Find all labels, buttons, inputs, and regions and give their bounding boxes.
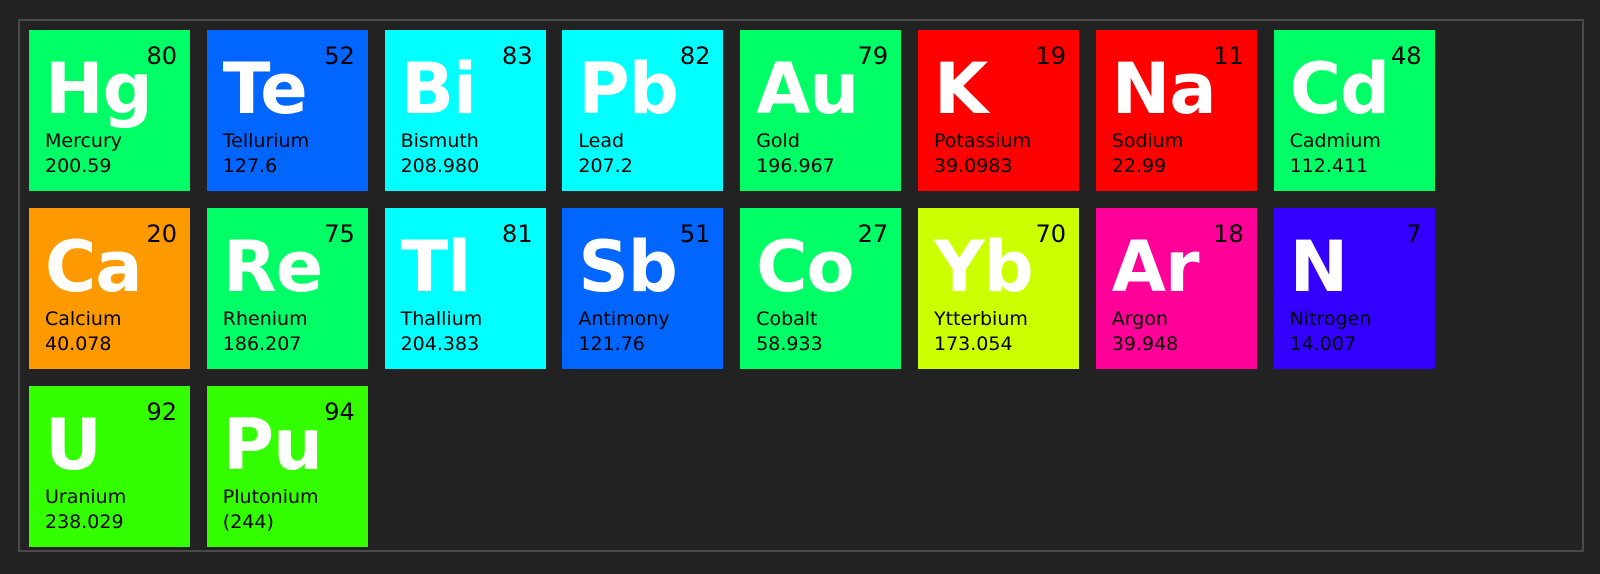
element-name: Potassium xyxy=(933,130,1032,152)
element-name: Lead xyxy=(578,130,625,152)
atomic-number: 7 xyxy=(1406,219,1422,248)
atomic-number: 51 xyxy=(679,219,711,248)
element-tile-cobalt[interactable]: 27 Co Cobalt 58.933 xyxy=(740,207,902,369)
element-tile-thallium[interactable]: 81 Tl Thallium 204.383 xyxy=(384,207,546,369)
element-name: Antimony xyxy=(578,307,670,330)
atomic-number: 83 xyxy=(502,42,533,70)
element-symbol: Na xyxy=(1111,48,1217,130)
element-name: Rhenium xyxy=(222,307,308,330)
atomic-mass: 196.967 xyxy=(756,155,835,177)
element-symbol: Re xyxy=(222,225,323,308)
element-name: Plutonium xyxy=(222,485,319,508)
element-symbol: U xyxy=(45,403,102,486)
atomic-mass: 22.99 xyxy=(1111,155,1167,177)
element-tile-gold[interactable]: 79 Au Gold 196.967 xyxy=(740,30,902,191)
atomic-mass: 121.76 xyxy=(578,332,645,355)
element-symbol: Bi xyxy=(400,48,477,130)
atomic-mass: 207.2 xyxy=(578,155,633,177)
element-name: Thallium xyxy=(400,307,483,330)
element-tile-uranium[interactable]: 92 U Uranium 238.029 xyxy=(29,385,190,547)
element-name: Tellurium xyxy=(222,130,310,152)
atomic-mass: 186.207 xyxy=(222,332,302,355)
atomic-mass: 39.0983 xyxy=(933,155,1013,177)
element-name: Cadmium xyxy=(1289,130,1381,152)
atomic-mass: (244) xyxy=(222,510,274,533)
element-name: Calcium xyxy=(45,307,122,330)
atomic-number: 11 xyxy=(1213,42,1244,70)
element-symbol: Pb xyxy=(578,48,678,130)
atomic-number: 81 xyxy=(502,219,533,248)
element-tile-sodium[interactable]: 11 Na Sodium 22.99 xyxy=(1095,30,1257,191)
element-tile-rhenium[interactable]: 75 Re Rhenium 186.207 xyxy=(206,207,368,369)
element-symbol: Cd xyxy=(1289,48,1390,130)
element-symbol: Au xyxy=(756,48,859,130)
atomic-mass: 208.980 xyxy=(400,155,480,177)
element-tile-calcium[interactable]: 20 Ca Calcium 40.078 xyxy=(29,207,190,369)
element-name: Nitrogen xyxy=(1289,307,1372,330)
atomic-number: 70 xyxy=(1035,219,1066,248)
element-grid: 80 Hg Mercury 200.59 52 Te Tellurium 127.6 83 Bi B… xyxy=(29,30,1435,547)
atomic-number: 75 xyxy=(324,219,355,248)
element-tile-bismuth[interactable]: 83 Bi Bismuth 208.980 xyxy=(384,30,546,191)
element-symbol: N xyxy=(1289,225,1349,308)
element-tile-nitrogen[interactable]: 7 N Nitrogen 14.007 xyxy=(1273,207,1435,369)
element-name: Sodium xyxy=(1111,130,1184,152)
atomic-mass: 200.59 xyxy=(45,155,112,177)
atomic-mass: 238.029 xyxy=(45,510,124,533)
element-symbol: Pu xyxy=(222,403,323,486)
atomic-mass: 173.054 xyxy=(933,332,1013,355)
atomic-mass: 204.383 xyxy=(400,332,480,355)
atomic-number: 19 xyxy=(1035,42,1066,70)
atomic-number: 18 xyxy=(1213,219,1244,248)
element-symbol: Co xyxy=(756,225,854,308)
element-tile-cadmium[interactable]: 48 Cd Cadmium 112.411 xyxy=(1273,30,1435,191)
atomic-number: 82 xyxy=(679,42,711,70)
element-symbol: Hg xyxy=(45,48,153,130)
element-symbol: K xyxy=(933,48,988,130)
atomic-number: 79 xyxy=(857,42,889,70)
element-symbol: Ar xyxy=(1111,225,1200,308)
element-symbol: Tl xyxy=(400,225,472,308)
atomic-number: 27 xyxy=(857,219,889,248)
atomic-number: 48 xyxy=(1391,42,1422,70)
atomic-number: 52 xyxy=(324,42,355,70)
atomic-number: 94 xyxy=(324,397,355,426)
element-name: Cobalt xyxy=(756,307,818,330)
element-name: Mercury xyxy=(45,130,123,152)
atomic-number: 92 xyxy=(146,397,177,426)
element-symbol: Sb xyxy=(578,225,678,308)
element-symbol: Te xyxy=(222,48,308,130)
element-name: Ytterbium xyxy=(933,307,1028,330)
atomic-mass: 14.007 xyxy=(1289,332,1357,355)
element-tile-potassium[interactable]: 19 K Potassium 39.0983 xyxy=(917,30,1079,191)
element-name: Gold xyxy=(756,130,800,152)
element-tile-lead[interactable]: 82 Pb Lead 207.2 xyxy=(562,30,724,191)
element-tile-plutonium[interactable]: 94 Pu Plutonium (244) xyxy=(206,385,368,547)
element-symbol: Yb xyxy=(933,225,1034,308)
atomic-mass: 127.6 xyxy=(222,155,278,177)
element-tile-argon[interactable]: 18 Ar Argon 39.948 xyxy=(1095,207,1257,369)
atomic-mass: 112.411 xyxy=(1289,155,1369,177)
atomic-mass: 58.933 xyxy=(756,332,823,355)
element-tile-mercury[interactable]: 80 Hg Mercury 200.59 xyxy=(29,30,190,191)
element-name: Bismuth xyxy=(400,130,479,152)
atomic-mass: 39.948 xyxy=(1111,332,1179,355)
atomic-mass: 40.078 xyxy=(45,332,112,355)
element-tile-ytterbium[interactable]: 70 Yb Ytterbium 173.054 xyxy=(917,207,1079,369)
element-name: Argon xyxy=(1111,307,1168,330)
atomic-number: 20 xyxy=(146,219,177,248)
element-tile-antimony[interactable]: 51 Sb Antimony 121.76 xyxy=(562,207,724,369)
element-name: Uranium xyxy=(45,485,127,508)
element-symbol: Ca xyxy=(45,225,143,308)
element-tile-tellurium[interactable]: 52 Te Tellurium 127.6 xyxy=(206,30,368,191)
